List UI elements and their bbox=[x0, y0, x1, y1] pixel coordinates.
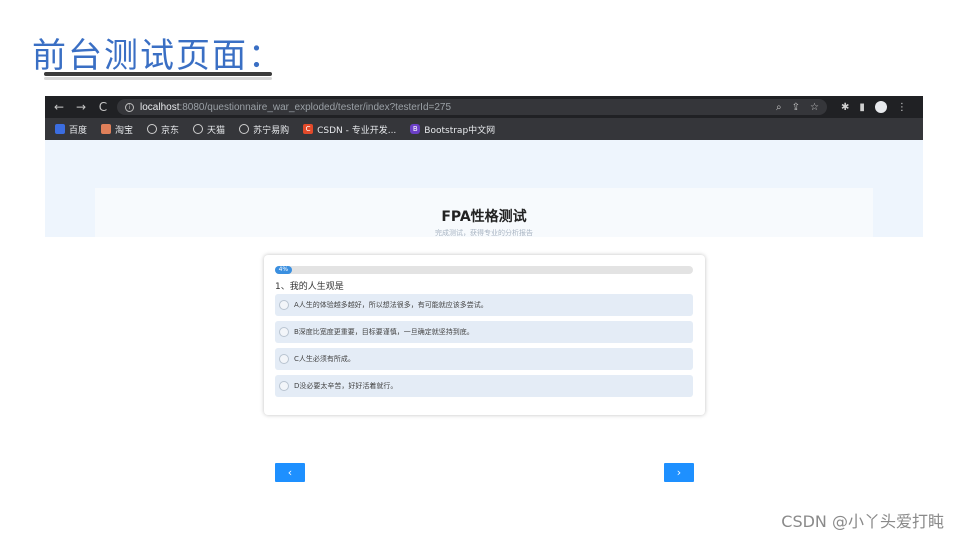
bookmark-suning[interactable]: 苏宁易购 bbox=[239, 123, 289, 136]
bootstrap-icon: B bbox=[410, 124, 421, 134]
progress-fill: 4% bbox=[275, 266, 292, 274]
option-b[interactable]: B深度比宽度更重要，目标要谨慎，一旦确定就坚持到底。 bbox=[275, 321, 693, 343]
reload-button[interactable]: C bbox=[95, 99, 111, 115]
option-label: B深度比宽度更重要，目标要谨慎，一旦确定就坚持到底。 bbox=[294, 328, 474, 336]
next-button[interactable]: › bbox=[664, 463, 694, 482]
title-underline bbox=[44, 72, 272, 76]
radio-button[interactable] bbox=[279, 381, 289, 391]
bookmark-csdn[interactable]: C CSDN - 专业开发... bbox=[303, 123, 396, 136]
slide-title: 前台测试页面： bbox=[32, 36, 284, 76]
globe-icon bbox=[239, 124, 250, 134]
forward-button[interactable]: → bbox=[73, 99, 89, 115]
zoom-icon[interactable]: ⌕ bbox=[776, 102, 782, 113]
taobao-icon bbox=[101, 124, 112, 134]
globe-icon bbox=[147, 124, 158, 134]
question-text: 1、我的人生观是 bbox=[275, 282, 344, 292]
star-icon[interactable]: ☆ bbox=[810, 102, 819, 113]
bookmark-tmall[interactable]: 天猫 bbox=[193, 123, 225, 136]
side-panel-icon[interactable]: ▮ bbox=[859, 102, 865, 113]
radio-button[interactable] bbox=[279, 327, 289, 337]
page-subtitle: 完成测试，获得专业的分析报告 bbox=[435, 229, 533, 237]
page-title: FPA性格测试 bbox=[441, 209, 527, 225]
baidu-icon bbox=[55, 124, 65, 134]
url-host: localhost bbox=[140, 101, 180, 113]
bookmark-taobao[interactable]: 淘宝 bbox=[101, 123, 133, 136]
option-c[interactable]: C人生必须有所成。 bbox=[275, 348, 693, 370]
address-bar[interactable]: i localhost:8080/questionnaire_war_explo… bbox=[117, 99, 827, 115]
option-label: D没必要太辛苦，好好活着就行。 bbox=[294, 382, 398, 390]
url-path: :8080/questionnaire_war_exploded/tester/… bbox=[179, 101, 452, 113]
extensions-icon[interactable]: ✱ bbox=[841, 102, 849, 113]
bookmark-bootstrap[interactable]: B Bootstrap中文网 bbox=[410, 123, 495, 136]
web-page: FPA性格测试 完成测试，获得专业的分析报告 4% 1、我的人生观是 A人生的体… bbox=[45, 140, 923, 504]
browser-toolbar: ← → C i localhost:8080/questionnaire_war… bbox=[45, 96, 923, 118]
profile-icon[interactable] bbox=[874, 101, 887, 113]
bookmark-jd[interactable]: 京东 bbox=[147, 123, 179, 136]
option-label: C人生必须有所成。 bbox=[294, 355, 355, 363]
bookmarks-bar: 百度 淘宝 京东 天猫 苏宁易购 C CSDN - 专业开发... B Bootst… bbox=[45, 118, 923, 140]
browser-window: ← → C i localhost:8080/questionnaire_war… bbox=[45, 96, 923, 504]
option-d[interactable]: D没必要太辛苦，好好活着就行。 bbox=[275, 375, 693, 397]
site-info-icon[interactable]: i bbox=[125, 102, 134, 112]
watermark: CSDN @小丫头爱打盹 bbox=[781, 512, 944, 531]
globe-icon bbox=[193, 124, 204, 134]
progress-bar: 4% bbox=[275, 266, 693, 274]
bookmark-baidu[interactable]: 百度 bbox=[55, 123, 87, 136]
option-label: A人生的体验越多越好，所以想法很多，有可能就应该多尝试。 bbox=[294, 301, 488, 309]
quiz-card: 4% 1、我的人生观是 A人生的体验越多越好，所以想法很多，有可能就应该多尝试。… bbox=[264, 255, 705, 415]
back-button[interactable]: ← bbox=[51, 99, 67, 115]
radio-button[interactable] bbox=[279, 300, 289, 310]
csdn-icon: C bbox=[303, 124, 314, 134]
menu-icon[interactable]: ⋮ bbox=[897, 102, 907, 113]
option-a[interactable]: A人生的体验越多越好，所以想法很多，有可能就应该多尝试。 bbox=[275, 294, 693, 316]
title-underline-shadow bbox=[44, 77, 272, 80]
radio-button[interactable] bbox=[279, 354, 289, 364]
share-icon[interactable]: ⇪ bbox=[792, 102, 800, 113]
prev-button[interactable]: ‹ bbox=[275, 463, 305, 482]
